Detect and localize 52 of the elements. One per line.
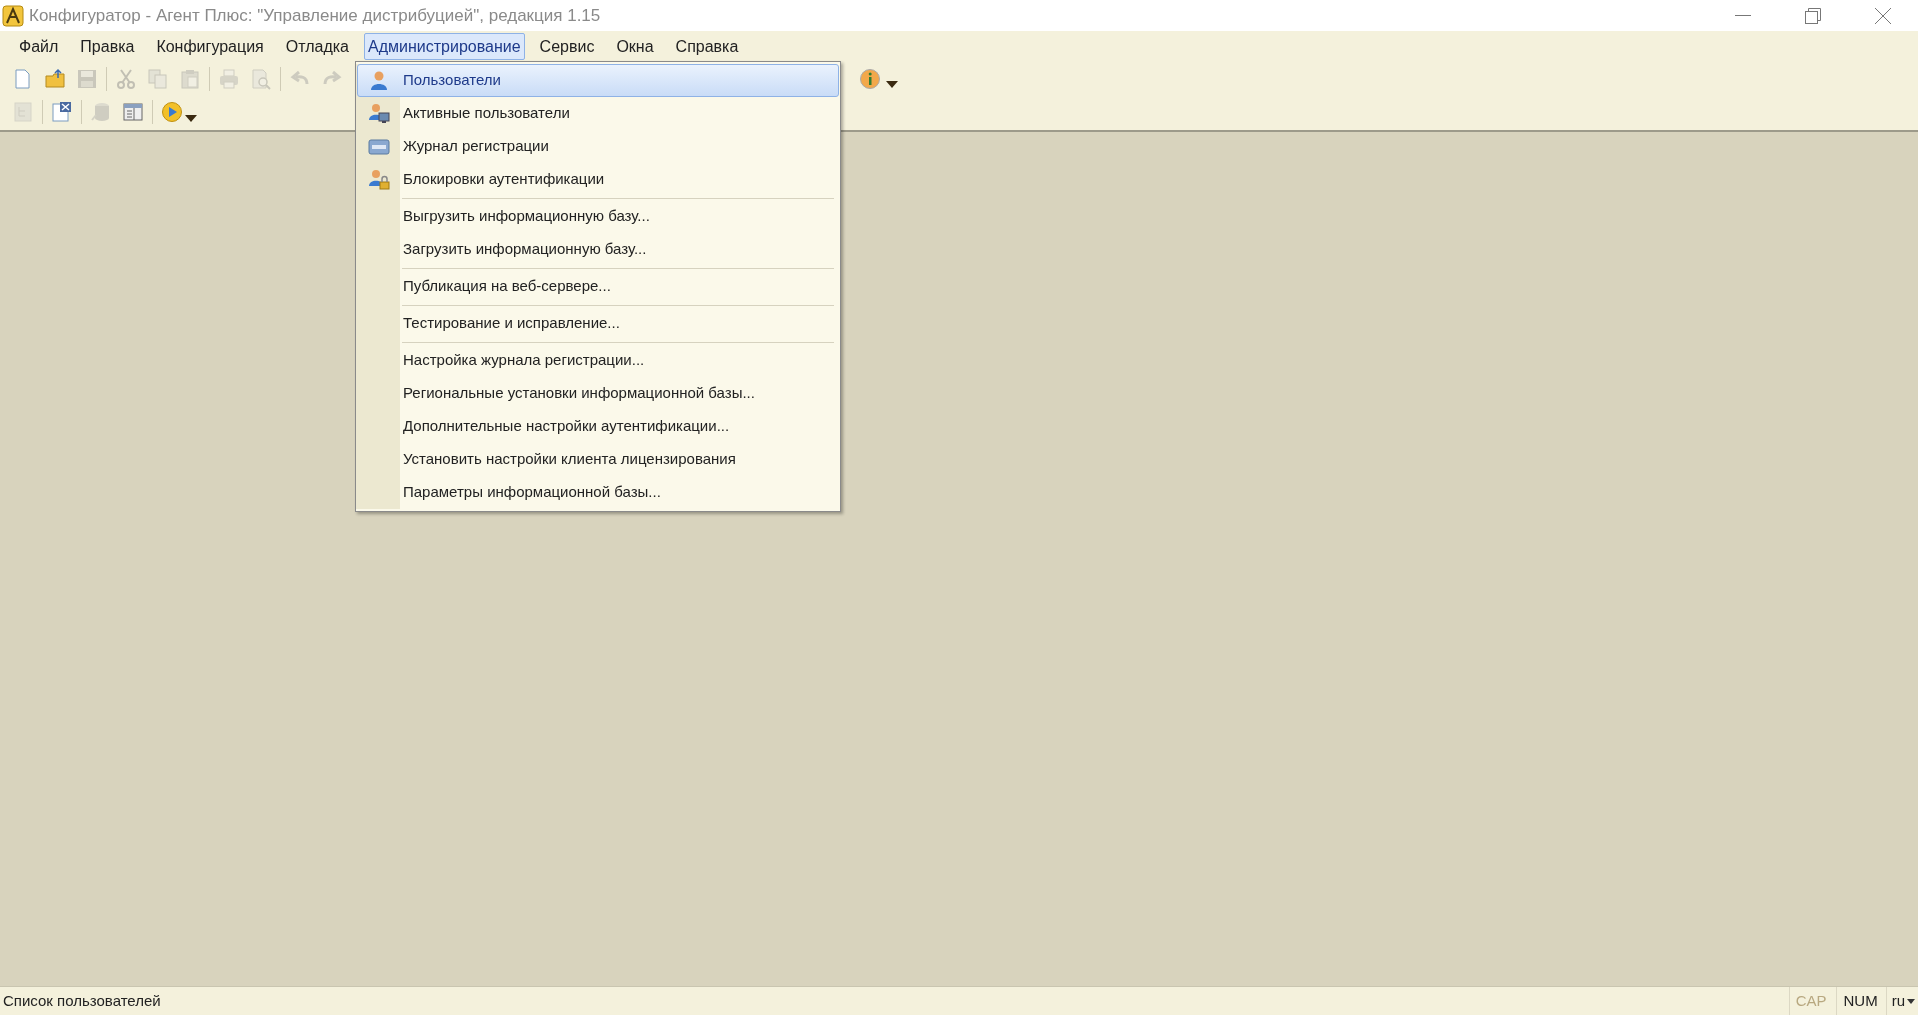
database-icon: [90, 100, 112, 123]
printer-icon: [218, 67, 240, 90]
tree-icon: [12, 100, 34, 123]
scissors-icon: [115, 67, 137, 90]
menu-item[interactable]: Справка: [671, 33, 743, 60]
language-selector[interactable]: ru: [1885, 987, 1918, 1015]
dropdown-menu-item[interactable]: Настройка журнала регистрации...: [357, 344, 839, 377]
user-icon: [368, 69, 390, 92]
dropdown-menu-item[interactable]: Журнал регистрации: [357, 130, 839, 163]
caret-icon: [886, 81, 898, 88]
caret-icon: [185, 115, 197, 122]
caret-icon: [1907, 998, 1915, 1004]
menu-item[interactable]: Правка: [76, 33, 139, 60]
window-close-icon: [51, 100, 73, 123]
dropdown-menu-item[interactable]: Тестирование и исправление...: [357, 307, 839, 340]
dropdown-menu-item[interactable]: Параметры информационной базы...: [357, 476, 839, 509]
info-icon: [859, 67, 881, 90]
dropdown-menu-item[interactable]: Установить настройки клиента лицензирования: [357, 443, 839, 476]
menu-item[interactable]: Администрирование: [364, 33, 525, 60]
dropdown-menu-item[interactable]: Блокировки аутентификации: [357, 163, 839, 196]
dropdown-menu-item[interactable]: Активные пользователи: [357, 97, 839, 130]
dropdown-menu-item[interactable]: Публикация на веб-сервере...: [357, 270, 839, 303]
folder-icon: [44, 67, 66, 90]
status-text: Список пользователей: [2, 990, 161, 1011]
toolbar-button[interactable]: [42, 66, 68, 91]
toolbar-button[interactable]: [857, 66, 883, 91]
restore-icon: [1805, 7, 1821, 24]
menu-item[interactable]: Отладка: [281, 33, 353, 60]
minimize-icon: [1735, 14, 1751, 17]
window-title: Конфигуратор - Агент Плюс: "Управление дистрибуцией", редакция 1.15: [29, 4, 601, 27]
dropdown-menu-item[interactable]: Дополнительные настройки аутентификации...: [357, 410, 839, 443]
menu-item[interactable]: Сервис: [535, 33, 599, 60]
menu-item[interactable]: Окна: [612, 33, 658, 60]
dropdown-menu-item[interactable]: Региональные установки информационной базы...: [357, 377, 839, 410]
toolbar-button[interactable]: [159, 99, 185, 124]
play-icon: [161, 100, 183, 123]
dropdown-button[interactable]: [885, 80, 899, 89]
app-logo-icon: [2, 4, 24, 27]
status-indicator: NUM: [1836, 987, 1884, 1015]
clipboard-icon: [179, 67, 201, 90]
page-magnifier-icon: [250, 67, 272, 90]
menu-item[interactable]: Файл: [15, 33, 63, 60]
dropdown-menu-item[interactable]: Выгрузить информационную базу...: [357, 200, 839, 233]
menu-item[interactable]: Конфигурация: [152, 33, 268, 60]
user-monitor-icon: [368, 102, 390, 125]
dropdown-menu-item[interactable]: Пользователи: [357, 64, 839, 97]
table-icon: [122, 100, 144, 123]
user-lock-icon: [368, 168, 390, 191]
dropdown-menu-item[interactable]: Загрузить информационную базу...: [357, 233, 839, 266]
status-indicator: CAP: [1788, 987, 1833, 1015]
copy-icon: [147, 67, 169, 90]
close-icon: [1875, 7, 1891, 24]
